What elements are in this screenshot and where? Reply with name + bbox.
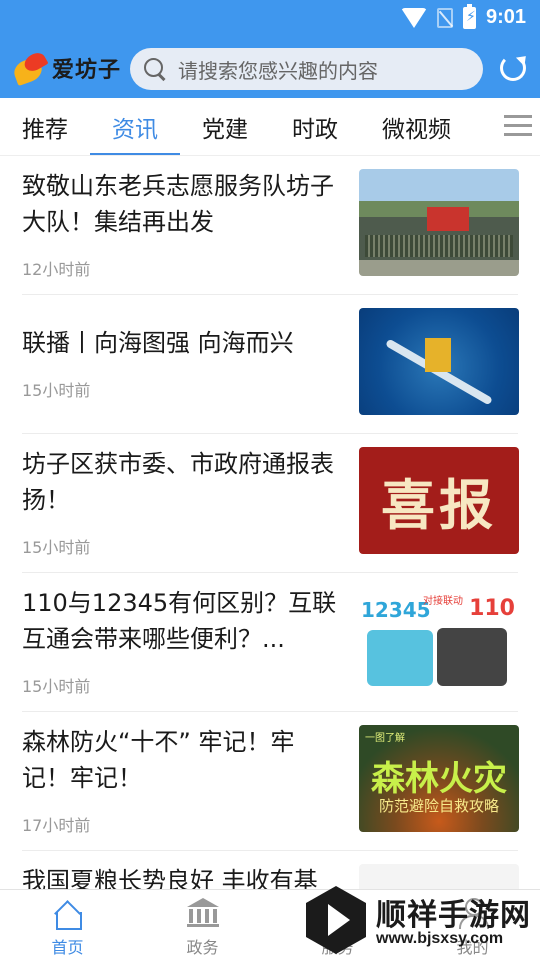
- thumbnail-caption: 110: [469, 596, 515, 621]
- telephone-icon: [437, 628, 507, 686]
- category-tabs: 推荐 资讯 党建 时政 微视频: [0, 98, 540, 156]
- wifi-icon: [400, 7, 427, 28]
- news-item[interactable]: 联播丨向海图强 向海而兴 15小时前: [0, 295, 540, 434]
- government-icon: [187, 898, 219, 928]
- news-item[interactable]: 森林防火“十不” 牢记！牢记！牢记！ 17小时前 一图了解 森林火灾 防范避险自…: [0, 712, 540, 851]
- news-item[interactable]: 致敬山东老兵志愿服务队坊子大队！集结再出发 12小时前: [0, 156, 540, 295]
- app-logo[interactable]: 爱坊子: [11, 49, 122, 87]
- nav-label: 首页: [51, 938, 84, 957]
- telephone-icon: [367, 630, 433, 686]
- news-time: 15小时前: [22, 381, 91, 400]
- menu-icon[interactable]: [504, 115, 532, 137]
- site-watermark: 顺祥手游网 www.bjsxsy.com: [306, 884, 540, 960]
- news-time: 12小时前: [22, 260, 91, 279]
- news-thumbnail: 一图了解 森林火灾 防范避险自救攻略: [359, 725, 519, 832]
- status-icons: ⚡ 9:01: [400, 3, 526, 29]
- news-thumbnail: 喜报: [359, 447, 519, 554]
- thumbnail-caption: 防范避险自救攻略: [378, 797, 499, 815]
- battery-charging-icon: ⚡: [462, 3, 476, 29]
- thumbnail-caption: 喜报: [381, 473, 497, 537]
- thumbnail-caption: 12345: [361, 598, 431, 622]
- tab-news[interactable]: 资讯: [112, 110, 158, 144]
- news-thumbnail: 12345 对接联动 110: [359, 586, 519, 693]
- watermark-logo-icon: [306, 886, 366, 954]
- tab-recommend[interactable]: 推荐: [22, 110, 68, 144]
- home-icon: [52, 900, 82, 930]
- news-title: 森林防火“十不” 牢记！牢记！牢记！: [22, 728, 295, 792]
- news-title: 联播丨向海图强 向海而兴: [22, 329, 294, 357]
- news-title: 我国夏粮长势良好 丰收有基: [22, 867, 318, 889]
- nav-government[interactable]: 政务: [135, 890, 270, 960]
- status-bar: ⚡ 9:01: [0, 0, 540, 38]
- tab-micro-video[interactable]: 微视频: [382, 110, 451, 144]
- news-time: 17小时前: [22, 816, 91, 835]
- news-thumbnail: [359, 308, 519, 415]
- news-time: 15小时前: [22, 677, 91, 696]
- active-tab-indicator: [90, 153, 180, 155]
- news-title: 致敬山东老兵志愿服务队坊子大队！集结再出发: [22, 172, 334, 236]
- news-list: 致敬山东老兵志愿服务队坊子大队！集结再出发 12小时前 联播丨向海图强 向海而兴…: [0, 156, 540, 889]
- no-sim-icon: [436, 7, 453, 28]
- news-title: 坊子区获市委、市政府通报表扬！: [22, 450, 334, 514]
- tab-party-building[interactable]: 党建: [202, 110, 248, 144]
- watermark-url: www.bjsxsy.com: [376, 930, 504, 947]
- thumbnail-caption: 森林火灾: [371, 759, 507, 799]
- watermark-name: 顺祥手游网: [376, 898, 531, 933]
- thumbnail-caption: 一图了解: [365, 733, 405, 744]
- news-time: 15小时前: [22, 538, 91, 557]
- tab-politics[interactable]: 时政: [292, 110, 338, 144]
- news-title: 110与12345有何区别？互联互通会带来哪些便利？...: [22, 589, 337, 653]
- logo-mark-icon: [11, 49, 50, 87]
- nav-label: 政务: [186, 938, 219, 957]
- news-item[interactable]: 坊子区获市委、市政府通报表扬！ 15小时前 喜报: [0, 434, 540, 573]
- search-bar[interactable]: 请搜索您感兴趣的内容: [130, 48, 483, 90]
- news-item[interactable]: 110与12345有何区别？互联互通会带来哪些便利？... 15小时前 1234…: [0, 573, 540, 712]
- status-time: 9:01: [485, 6, 526, 28]
- refresh-icon[interactable]: [500, 55, 526, 81]
- search-placeholder: 请搜索您感兴趣的内容: [178, 58, 378, 83]
- app-name: 爱坊子: [52, 58, 122, 83]
- nav-home[interactable]: 首页: [0, 890, 135, 960]
- thumbnail-caption: 对接联动: [423, 596, 463, 607]
- search-icon: [144, 58, 166, 80]
- news-thumbnail: [359, 169, 519, 276]
- app-header: 爱坊子 请搜索您感兴趣的内容: [0, 40, 540, 98]
